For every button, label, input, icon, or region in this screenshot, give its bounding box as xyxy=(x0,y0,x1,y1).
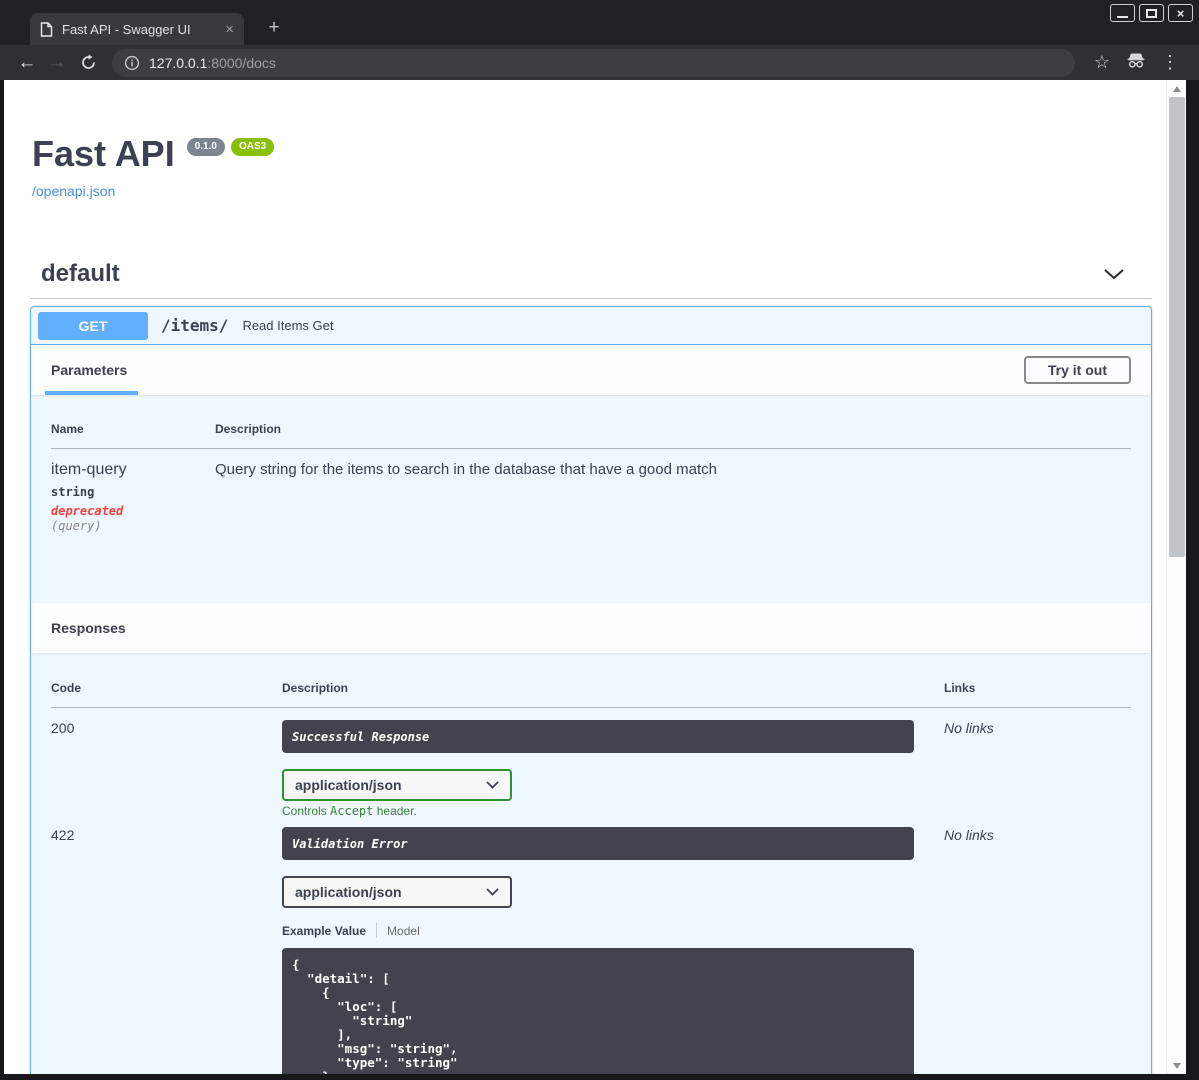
page-favicon-icon xyxy=(40,21,53,37)
minimize-icon xyxy=(1117,15,1128,18)
param-description-column-header: Description xyxy=(215,412,1131,449)
new-tab-button[interactable]: + xyxy=(262,16,286,40)
responses-section: Code Description Links 200 Successful Re xyxy=(31,653,1151,1074)
example-json-panel: { "detail": [ { "loc": [ "string" ], "ms… xyxy=(282,948,914,1074)
chevron-down-icon[interactable] xyxy=(1103,268,1125,280)
tab-close-icon[interactable]: × xyxy=(225,22,234,37)
page-scrollbar[interactable] xyxy=(1166,80,1186,1074)
tab-model[interactable]: Model xyxy=(387,924,420,938)
response-links-text: No links xyxy=(944,720,994,736)
minimize-button[interactable] xyxy=(1110,4,1135,22)
bookmark-star-icon[interactable]: ☆ xyxy=(1085,52,1119,73)
accept-code: Accept xyxy=(330,804,374,818)
tag-title: default xyxy=(41,260,120,287)
address-bar[interactable]: 127.0.0.1:8000/docs xyxy=(112,48,1075,77)
example-model-tabs: Example Value Model xyxy=(282,923,944,938)
openapi-spec-link[interactable]: /openapi.json xyxy=(32,183,115,199)
tag-section-header[interactable]: default xyxy=(30,260,1152,299)
response-row-422: 422 Validation Error application/json Ex… xyxy=(51,818,1131,1074)
media-type-value: application/json xyxy=(295,777,402,793)
scrollbar-thumb[interactable] xyxy=(1169,97,1185,557)
response-row-200: 200 Successful Response application/json xyxy=(51,708,1131,818)
browser-chrome: × Fast API - Swagger UI × + ← → 127.0.0.… xyxy=(0,0,1199,80)
close-icon: × xyxy=(1176,5,1185,21)
example-json-code: { "detail": [ { "loc": [ "string" ], "ms… xyxy=(292,957,458,1075)
scrollbar-up-arrow[interactable] xyxy=(1167,80,1186,97)
responses-header: Responses xyxy=(31,603,1151,653)
tab-example-value[interactable]: Example Value xyxy=(282,924,366,938)
parameter-row: item-query string deprecated (query) Que… xyxy=(51,449,1131,533)
maximize-button[interactable] xyxy=(1139,4,1164,22)
responses-title: Responses xyxy=(51,620,126,636)
operation-description: Read Items Get xyxy=(242,318,334,333)
version-badge: 0.1.0 xyxy=(186,138,225,156)
response-description-panel: Successful Response xyxy=(282,720,914,753)
response-code-column-header: Code xyxy=(51,671,282,708)
page-content: Fast API 0.1.0 OAS3 /openapi.json defaul… xyxy=(4,80,1166,1074)
try-it-out-button[interactable]: Try it out xyxy=(1023,356,1131,384)
parameter-description: Query string for the items to search in … xyxy=(215,461,717,478)
window-controls: × xyxy=(1110,4,1193,22)
reload-icon[interactable] xyxy=(74,54,102,71)
parameter-location: (query) xyxy=(51,519,102,533)
url-text: 127.0.0.1:8000/docs xyxy=(149,55,276,71)
response-description-text: Successful Response xyxy=(292,729,430,744)
accept-header-note: Controls Accept header. xyxy=(282,804,417,818)
info-icon xyxy=(124,55,140,70)
operation-path: /items/ xyxy=(161,316,229,335)
forward-icon[interactable]: → xyxy=(42,53,72,72)
media-type-select-200[interactable]: application/json xyxy=(282,769,512,801)
close-window-button[interactable]: × xyxy=(1168,4,1193,22)
incognito-icon xyxy=(1119,51,1153,74)
back-icon[interactable]: ← xyxy=(12,53,42,72)
active-tab-underline xyxy=(45,391,138,395)
parameters-section: Name Description item-query string depre… xyxy=(31,395,1151,603)
select-chevron-icon xyxy=(486,888,499,896)
param-name-column-header: Name xyxy=(51,412,215,449)
media-type-value: application/json xyxy=(295,884,402,900)
oas3-badge: OAS3 xyxy=(230,138,275,156)
page-title: Fast API xyxy=(32,133,175,174)
url-path: :8000/docs xyxy=(207,54,276,71)
maximize-icon xyxy=(1146,8,1157,18)
tab-bar: × Fast API - Swagger UI × + xyxy=(0,0,1199,45)
operation-block-get-items: GET /items/ Read Items Get Parameters Tr… xyxy=(30,306,1152,1074)
http-method-badge: GET xyxy=(38,311,148,340)
response-description-panel: Validation Error xyxy=(282,827,914,860)
response-description-column-header: Description xyxy=(282,671,944,708)
browser-menu-icon[interactable]: ⋮ xyxy=(1153,52,1187,73)
operation-summary[interactable]: GET /items/ Read Items Get xyxy=(31,307,1151,345)
media-type-select-422[interactable]: application/json xyxy=(282,876,512,908)
scrollbar-down-arrow[interactable] xyxy=(1167,1057,1186,1074)
tab-title: Fast API - Swagger UI xyxy=(62,21,191,37)
browser-tab[interactable]: Fast API - Swagger UI × xyxy=(30,13,244,45)
parameter-name: item-query xyxy=(51,461,127,478)
browser-toolbar: ← → 127.0.0.1:8000/docs ☆ ⋮ xyxy=(0,45,1199,80)
tabs-divider xyxy=(376,923,378,938)
response-code: 200 xyxy=(51,720,75,736)
parameter-deprecated-flag: deprecated xyxy=(51,504,124,518)
response-description-text: Validation Error xyxy=(292,836,408,851)
parameters-tab[interactable]: Parameters xyxy=(51,362,127,378)
response-links-column-header: Links xyxy=(944,671,1131,708)
response-code: 422 xyxy=(51,827,75,843)
url-host: 127.0.0.1 xyxy=(149,54,208,71)
select-chevron-icon xyxy=(486,781,499,789)
parameters-header: Parameters Try it out xyxy=(31,345,1151,395)
response-links-text: No links xyxy=(944,827,994,843)
api-info: Fast API 0.1.0 OAS3 /openapi.json xyxy=(32,134,1152,201)
parameter-type: string xyxy=(51,485,95,499)
